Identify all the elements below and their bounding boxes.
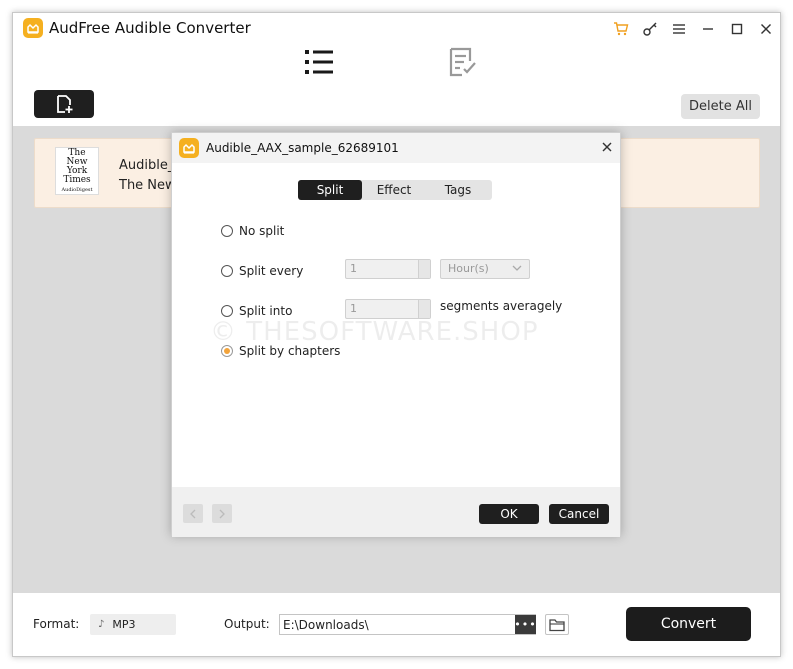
cover-subtext: AudioDigest xyxy=(61,187,93,193)
split-into-option[interactable]: Split into xyxy=(221,304,292,318)
stepper-arrows[interactable] xyxy=(418,260,430,278)
split-into-value: 1 xyxy=(350,302,357,315)
split-into-stepper[interactable]: 1 xyxy=(345,299,431,319)
split-into-label: Split into xyxy=(239,304,293,318)
split-chapters-option[interactable]: Split by chapters xyxy=(221,344,340,358)
watermark: © THESOFTWARE.SHOP xyxy=(210,317,539,347)
split-into-radio[interactable] xyxy=(221,305,233,317)
app-logo-icon xyxy=(179,138,199,158)
convert-button[interactable]: Convert xyxy=(626,607,751,641)
close-icon[interactable] xyxy=(756,19,776,39)
split-every-stepper[interactable]: 1 xyxy=(345,259,431,279)
split-unit-select[interactable]: Hour(s) xyxy=(440,259,530,279)
open-folder-button[interactable] xyxy=(545,614,569,635)
history-tab[interactable] xyxy=(444,47,480,77)
segments-suffix-label: segments averagely xyxy=(440,299,563,313)
ok-button[interactable]: OK xyxy=(479,504,539,524)
split-settings-dialog: Audible_AAX_sample_62689101 Split Effect… xyxy=(171,132,621,537)
no-split-option[interactable]: No split xyxy=(221,224,284,238)
split-chapters-radio[interactable] xyxy=(221,345,233,357)
cover-text-line: New York xyxy=(66,157,88,176)
split-every-radio[interactable] xyxy=(221,265,233,277)
close-icon xyxy=(602,142,612,152)
split-every-label: Split every xyxy=(239,264,304,278)
dialog-title: Audible_AAX_sample_62689101 xyxy=(206,141,399,155)
file-subtitle: The New xyxy=(119,178,176,193)
maximize-icon[interactable] xyxy=(727,19,747,39)
split-unit-value: Hour(s) xyxy=(448,262,489,275)
stepper-arrows[interactable] xyxy=(418,300,430,318)
output-label: Output: xyxy=(224,617,270,631)
music-note-icon: ♪ xyxy=(98,619,105,630)
list-icon xyxy=(305,50,333,74)
split-chapters-label: Split by chapters xyxy=(239,344,341,358)
chevron-right-icon xyxy=(219,509,225,518)
minimize-icon[interactable] xyxy=(698,19,718,39)
tab-tags[interactable]: Tags xyxy=(426,180,490,200)
next-button[interactable] xyxy=(212,504,232,523)
output-path-input[interactable] xyxy=(279,614,536,635)
browse-button[interactable]: ••• xyxy=(514,615,536,634)
no-split-radio[interactable] xyxy=(221,225,233,237)
add-file-button[interactable] xyxy=(34,90,94,118)
split-every-value: 1 xyxy=(350,262,357,275)
folder-icon xyxy=(549,618,565,631)
list-tab[interactable] xyxy=(301,47,337,77)
tab-split[interactable]: Split xyxy=(298,180,362,200)
previous-button[interactable] xyxy=(183,504,203,523)
format-value: MP3 xyxy=(112,618,136,631)
cover-text-line: Times xyxy=(63,175,91,185)
book-cover-thumbnail: The New York Times AudioDigest xyxy=(55,147,99,195)
cancel-button[interactable]: Cancel xyxy=(549,504,609,524)
split-every-option[interactable]: Split every xyxy=(221,264,303,278)
app-title: AudFree Audible Converter xyxy=(49,19,251,37)
menu-icon[interactable] xyxy=(669,19,689,39)
format-label: Format: xyxy=(33,617,80,631)
format-selector[interactable]: ♪ MP3 xyxy=(90,614,176,635)
dialog-tabs: Split Effect Tags xyxy=(298,180,492,200)
dialog-close-button[interactable] xyxy=(598,138,616,156)
bottom-bar: Format: ♪ MP3 Output: ••• Convert xyxy=(13,593,780,656)
dialog-title-bar: Audible_AAX_sample_62689101 xyxy=(172,133,620,163)
add-file-icon xyxy=(57,95,73,113)
cart-icon[interactable] xyxy=(611,19,631,39)
dialog-footer: OK Cancel xyxy=(172,487,620,537)
no-split-label: No split xyxy=(239,224,285,238)
key-icon[interactable] xyxy=(640,19,660,39)
converted-list-icon xyxy=(449,47,476,77)
chevron-down-icon xyxy=(512,262,522,280)
app-logo-icon xyxy=(23,18,43,38)
title-bar: AudFree Audible Converter xyxy=(13,13,780,45)
chevron-left-icon xyxy=(190,509,196,518)
tab-effect[interactable]: Effect xyxy=(362,180,426,200)
delete-all-button[interactable]: Delete All xyxy=(681,94,760,119)
